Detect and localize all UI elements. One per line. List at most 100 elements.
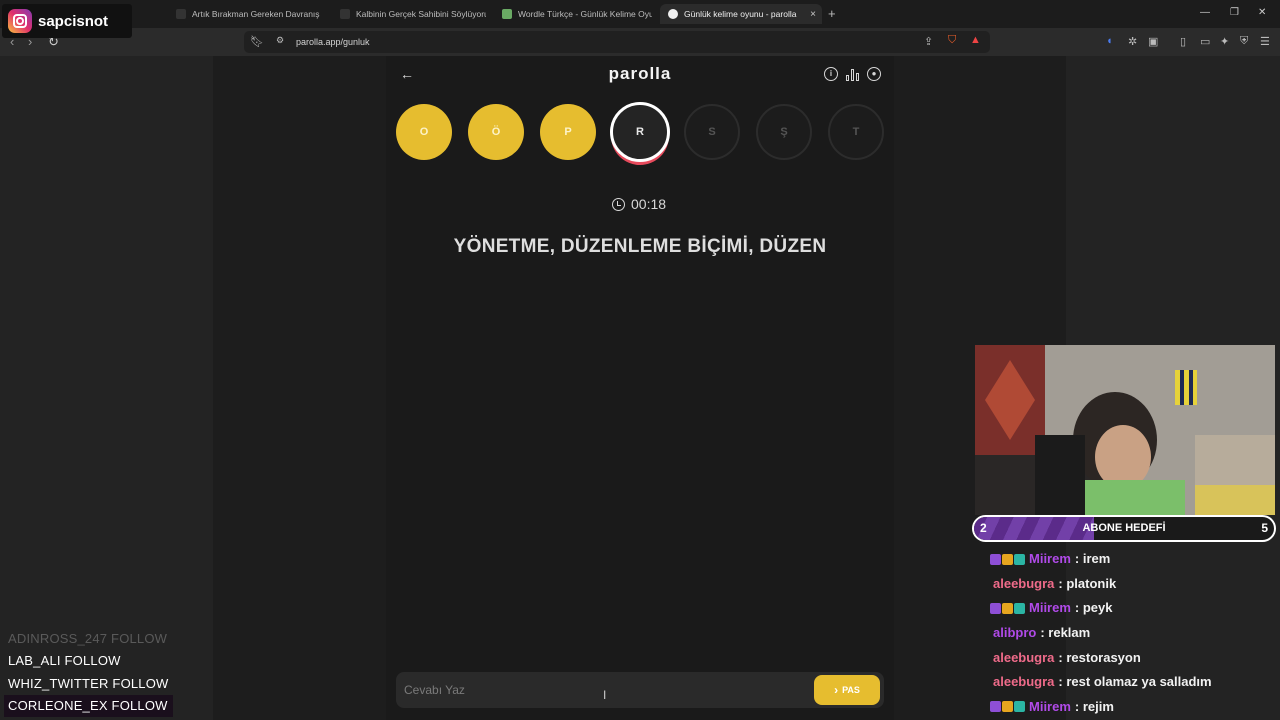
instagram-handle: sapcisnot: [38, 12, 109, 30]
vpn-icon[interactable]: ⛨: [1240, 35, 1248, 48]
extensions-icon[interactable]: ✲: [1128, 35, 1137, 48]
follow-alert: ADINROSS_247 FOLLOW: [4, 628, 173, 650]
follower-name: ADINROSS_247: [8, 631, 108, 646]
chat-text: : platonik: [1058, 575, 1117, 591]
chat-username: aleebugra: [993, 649, 1055, 665]
parolla-favicon: [668, 9, 678, 19]
tab-title: Kalbinin Gerçek Sahibini Söylüyoruz!: [356, 9, 486, 19]
tab-title: Günlük kelime oyunu - parolla: [684, 9, 797, 19]
info-icon[interactable]: i: [824, 67, 838, 81]
timer: 00:18: [612, 196, 666, 212]
letter-label: P: [564, 126, 572, 138]
tab-active[interactable]: Günlük kelime oyunu - parolla ×: [660, 4, 822, 24]
menu-icon[interactable]: ☰: [1260, 35, 1270, 48]
sub-goal-current: 2: [980, 521, 987, 535]
wallet-icon[interactable]: ▣: [1148, 35, 1158, 48]
chat-username: aleebugra: [993, 575, 1055, 591]
site-info-icon[interactable]: ⚙: [276, 35, 284, 46]
follow-action: FOLLOW: [111, 631, 168, 646]
follow-action: FOLLOW: [64, 653, 121, 669]
tab-bar: Artık Bırakman Gereken Davranış Ha Kalbi…: [0, 0, 1280, 28]
profile-icon[interactable]: ●: [867, 67, 881, 81]
clock-icon: [612, 197, 625, 211]
tab-title: Artık Bırakman Gereken Davranış Ha: [192, 9, 322, 19]
minimize-icon[interactable]: —: [1200, 7, 1210, 18]
share-icon[interactable]: ⇪: [924, 35, 933, 48]
screenshot-icon[interactable]: ▭: [1200, 35, 1210, 48]
chat-log: Miirem: irem aleebugra: platonik Miirem: p…: [990, 547, 1212, 719]
letter-label: S: [708, 126, 716, 138]
chat-text: : rejim: [1074, 698, 1114, 714]
maximize-icon[interactable]: ❐: [1230, 7, 1239, 18]
text-cursor-icon: I: [603, 688, 607, 702]
chevron-right-icon: ›: [834, 683, 839, 697]
chat-badges-icon: [990, 701, 1025, 713]
chat-message: alibpro: reklam: [990, 621, 1212, 646]
letter-label: R: [636, 126, 644, 138]
address-bar-row: ‹ › ↻ 🔖︎ ⚙ parolla.app/gunluk ⇪ ⛉ ▲ ◖ ✲ …: [0, 28, 1280, 56]
chat-message: Miirem: irem: [990, 547, 1212, 572]
chat-username: Miirem: [1029, 551, 1071, 567]
chat-username: Miirem: [1029, 698, 1071, 714]
follow-alert: LAB_ALI FOLLOW: [4, 650, 173, 672]
letter-label: O: [419, 126, 429, 138]
follower-name: WHIZ_TWITTER: [8, 675, 109, 691]
instagram-icon: [8, 9, 32, 33]
ai-icon[interactable]: ✦: [1220, 35, 1229, 48]
sub-goal-target: 5: [1261, 521, 1268, 535]
chat-text: : restorasyon: [1058, 649, 1141, 665]
chat-username: alibpro: [993, 625, 1037, 641]
url-field[interactable]: 🔖︎ ⚙ parolla.app/gunluk ⇪ ⛉ ▲: [244, 31, 990, 53]
instagram-overlay: sapcisnot: [2, 4, 132, 38]
chat-badges-icon: [990, 553, 1025, 565]
answer-input[interactable]: [404, 681, 784, 699]
chat-message: aleebugra: restorasyon: [990, 645, 1212, 670]
follow-alert: CORLEONE_EX FOLLOW: [4, 694, 173, 718]
letter-circle-1: O: [396, 104, 452, 160]
tab-1[interactable]: Artık Bırakman Gereken Davranış Ha: [176, 4, 322, 24]
tab-2[interactable]: Kalbinin Gerçek Sahibini Söylüyoruz!: [340, 4, 486, 24]
letter-circle-6: Ş: [756, 104, 812, 160]
sub-goal-title: ABONE HEDEFİ: [1082, 522, 1166, 534]
chat-badges-icon: [990, 602, 1025, 614]
follow-action: FOLLOW: [111, 697, 168, 713]
timer-value: 00:18: [631, 196, 667, 212]
tab-favicon: [340, 9, 350, 19]
chat-text: : irem: [1074, 551, 1111, 567]
chat-message: aleebugra: platonik: [990, 572, 1212, 597]
chat-message: aleebugra: rest olamaz ya salladım: [990, 670, 1212, 695]
follow-feed: ADINROSS_247 FOLLOW LAB_ALI FOLLOW WHIZ_…: [4, 628, 173, 718]
chat-text: : reklam: [1040, 625, 1091, 641]
letter-label: T: [852, 126, 860, 138]
letter-circle-7: T: [828, 104, 884, 160]
new-tab-button[interactable]: +: [828, 6, 836, 21]
brand-title[interactable]: parolla: [590, 64, 690, 84]
sound-icon[interactable]: ◖: [1106, 35, 1113, 47]
chat-text: : rest olamaz ya salladım: [1058, 674, 1212, 690]
pass-label: PAS: [842, 685, 860, 695]
back-arrow-icon[interactable]: ←: [400, 66, 414, 82]
follow-action: FOLLOW: [112, 675, 169, 691]
chat-username: Miirem: [1029, 600, 1071, 616]
brave-shield-icon[interactable]: ⛉: [948, 34, 956, 47]
rewards-icon[interactable]: ▲: [970, 34, 981, 46]
letter-label: Ö: [491, 126, 501, 138]
stats-icon[interactable]: [846, 67, 860, 81]
tab-favicon: [176, 9, 186, 19]
webcam-image: [975, 345, 1275, 515]
sidebar-icon[interactable]: ▯: [1180, 35, 1186, 48]
follow-alert: WHIZ_TWITTER FOLLOW: [4, 673, 173, 695]
letter-label: Ş: [780, 126, 788, 138]
tab-title: Wordle Türkçe - Günlük Kelime Oyun: [518, 9, 652, 19]
url-text: parolla.app/gunluk: [296, 37, 370, 47]
pass-button[interactable]: › PAS: [814, 675, 880, 705]
close-window-icon[interactable]: ✕: [1258, 7, 1266, 18]
bookmark-icon[interactable]: 🔖︎: [250, 35, 264, 48]
sub-goal-bar: ABONE HEDEFİ 2 5: [972, 515, 1276, 542]
chat-text: : peyk: [1074, 600, 1113, 616]
question-text: YÖNETME, DÜZENLEME BİÇİMİ, DÜZEN: [453, 236, 827, 257]
chat-message: Miirem: peyk: [990, 596, 1212, 621]
follower-name: LAB_ALI: [8, 653, 61, 669]
tab-3[interactable]: Wordle Türkçe - Günlük Kelime Oyun: [502, 4, 652, 24]
close-tab-icon[interactable]: ×: [810, 9, 816, 20]
